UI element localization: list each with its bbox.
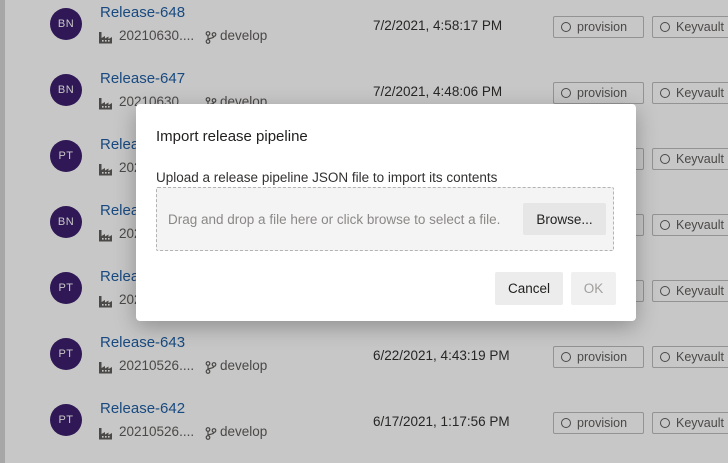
cancel-button[interactable]: Cancel [495, 272, 563, 305]
dialog-description: Upload a release pipeline JSON file to i… [156, 170, 498, 185]
dialog-title: Import release pipeline [156, 128, 308, 145]
drop-hint: Drag and drop a file here or click brows… [168, 212, 501, 227]
file-drop-zone[interactable]: Drag and drop a file here or click brows… [156, 187, 614, 251]
import-release-pipeline-dialog: Import release pipeline Upload a release… [136, 104, 636, 321]
browse-button[interactable]: Browse... [523, 203, 606, 235]
ok-button[interactable]: OK [571, 272, 616, 305]
